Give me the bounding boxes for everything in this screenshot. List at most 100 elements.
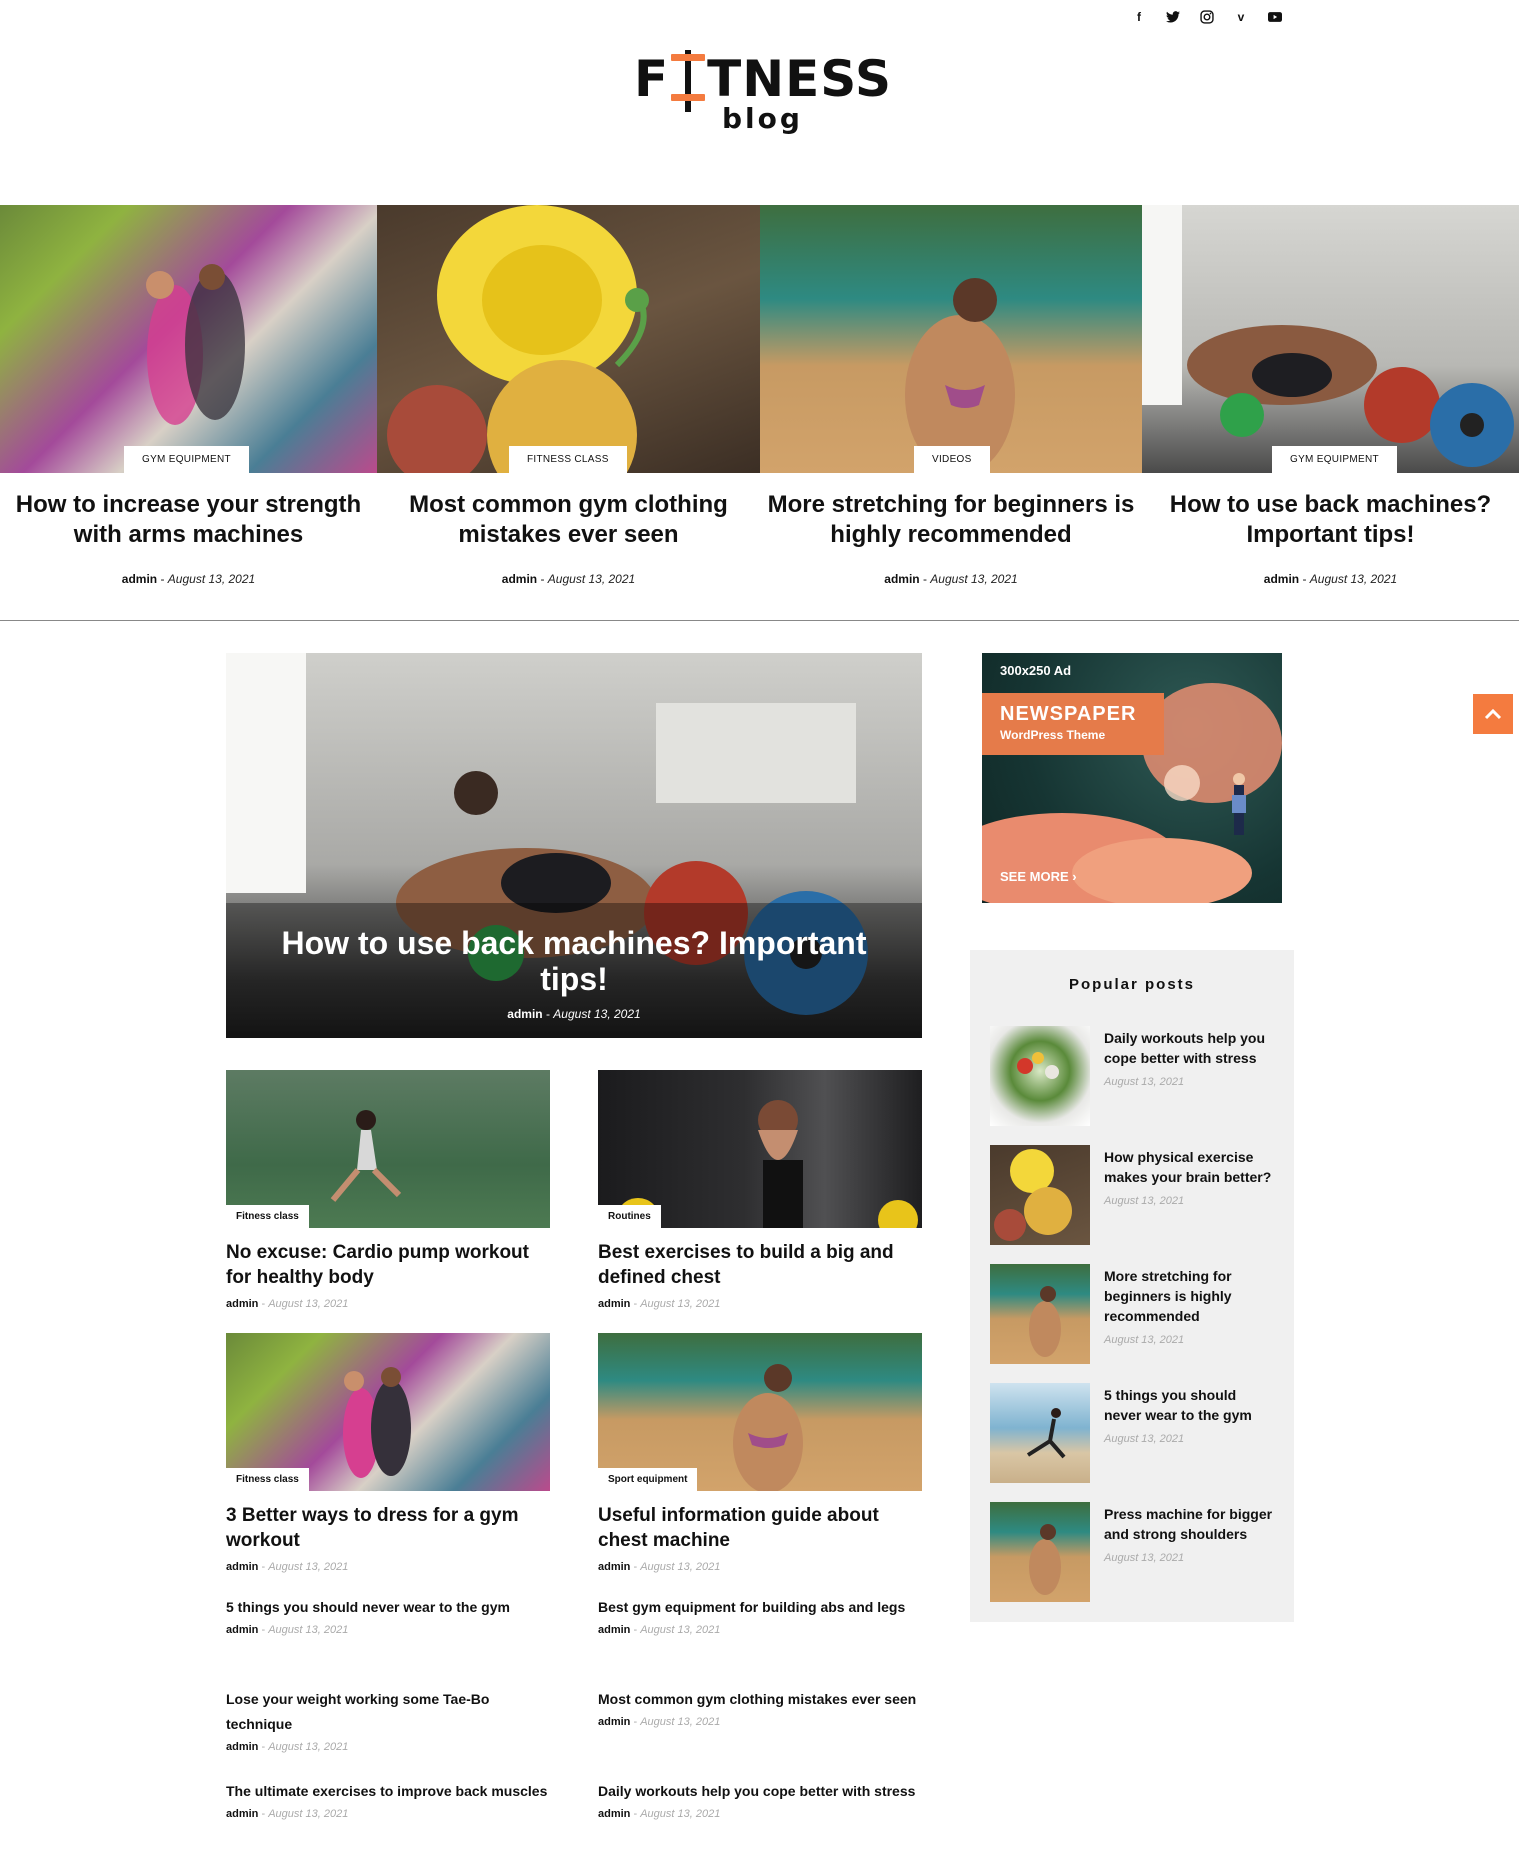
post-author[interactable]: admin <box>226 1808 258 1820</box>
post-title[interactable]: Lose your weight working some Tae-Bo tec… <box>226 1687 550 1737</box>
post-card: Sport equipment Useful information guide… <box>598 1333 922 1573</box>
popular-title[interactable]: Press machine for bigger and strong shou… <box>1104 1504 1274 1568</box>
post-title[interactable]: 5 things you should never wear to the gy… <box>226 1595 550 1620</box>
post-meta: admin - August 13, 2021 <box>226 1808 349 1820</box>
popular-title[interactable]: More stretching for beginners is highly … <box>1104 1266 1274 1350</box>
popular-item: Press machine for bigger and strong shou… <box>990 1502 1280 1602</box>
post-author[interactable]: admin <box>598 1808 630 1820</box>
featured-category-2[interactable]: FITNESS CLASS <box>509 446 627 473</box>
featured-title-4[interactable]: How to use back machines? Important tips… <box>1142 490 1519 550</box>
popular-thumbnail[interactable] <box>990 1502 1090 1602</box>
post-category[interactable]: Routines <box>598 1205 661 1228</box>
post-meta: admin - August 13, 2021 <box>598 1561 721 1573</box>
popular-thumbnail[interactable] <box>990 1026 1090 1126</box>
post-author[interactable]: admin <box>226 1624 258 1636</box>
featured-category-3[interactable]: VIDEOS <box>914 446 990 473</box>
list-item: Lose your weight working some Tae-Bo tec… <box>226 1687 550 1753</box>
hero-post[interactable]: How to use back machines? Important tips… <box>226 653 922 1038</box>
post-category[interactable]: Sport equipment <box>598 1468 698 1491</box>
featured-strip: GYM EQUIPMENT FITNESS CLASS VIDEOS GYM E… <box>0 205 1519 473</box>
post-title[interactable]: The ultimate exercises to improve back m… <box>226 1779 550 1804</box>
post-date: August 13, 2021 <box>268 1561 349 1573</box>
popular-title[interactable]: 5 things you should never wear to the gy… <box>1104 1385 1274 1449</box>
post-meta: admin - August 13, 2021 <box>226 1298 349 1310</box>
post-meta: admin - August 13, 2021 <box>226 1624 349 1636</box>
popular-item: More stretching for beginners is highly … <box>990 1264 1280 1364</box>
featured-image-2[interactable]: FITNESS CLASS <box>377 205 760 473</box>
instagram-icon[interactable] <box>1198 8 1216 26</box>
section-divider <box>0 620 1519 621</box>
back-to-top-button[interactable] <box>1473 694 1513 734</box>
logo-wordmark: TNESS <box>707 50 893 108</box>
post-date: August 13, 2021 <box>268 1298 349 1310</box>
post-author[interactable]: admin <box>226 1741 258 1753</box>
twitter-icon[interactable] <box>1164 8 1182 26</box>
post-title[interactable]: 3 Better ways to dress for a gym workout <box>226 1503 550 1553</box>
post-category[interactable]: Fitness class <box>226 1468 309 1491</box>
post-meta: admin - August 13, 2021 <box>226 1741 349 1753</box>
post-author[interactable]: admin <box>507 1007 542 1021</box>
popular-thumbnail[interactable] <box>990 1383 1090 1483</box>
post-title[interactable]: Useful information guide about chest mac… <box>598 1503 922 1553</box>
featured-image-3[interactable]: VIDEOS <box>760 205 1142 473</box>
featured-image-1[interactable]: GYM EQUIPMENT <box>0 205 377 473</box>
post-date: August 13, 2021 <box>547 572 636 586</box>
featured-title-1[interactable]: How to increase your strength with arms … <box>0 490 377 550</box>
post-thumbnail[interactable]: Fitness class <box>226 1333 550 1491</box>
post-title[interactable]: No excuse: Cardio pump workout for healt… <box>226 1240 550 1290</box>
ad-subtitle: WordPress Theme <box>1000 728 1106 742</box>
sidebar-ad[interactable]: 300x250 Ad NEWSPAPER WordPress Theme SEE… <box>982 653 1282 903</box>
post-date: August 13, 2021 <box>640 1561 721 1573</box>
post-author[interactable]: admin <box>884 572 919 586</box>
featured-meta-1: admin - August 13, 2021 <box>121 572 256 586</box>
post-author[interactable]: admin <box>598 1298 630 1310</box>
hero-meta: admin - August 13, 2021 <box>507 1007 641 1021</box>
post-meta: admin - August 13, 2021 <box>598 1624 721 1636</box>
hero-title[interactable]: How to use back machines? Important tips… <box>226 925 922 997</box>
featured-meta-4: admin - August 13, 2021 <box>1263 572 1398 586</box>
ad-cta[interactable]: SEE MORE › <box>1000 869 1077 884</box>
post-author[interactable]: admin <box>502 572 537 586</box>
featured-title-2[interactable]: Most common gym clothing mistakes ever s… <box>377 490 760 550</box>
post-title[interactable]: Best gym equipment for building abs and … <box>598 1595 922 1620</box>
post-thumbnail[interactable]: Fitness class <box>226 1070 550 1228</box>
popular-title[interactable]: Daily workouts help you cope better with… <box>1104 1028 1274 1092</box>
featured-title-3[interactable]: More stretching for beginners is highly … <box>760 490 1142 550</box>
popular-title[interactable]: How physical exercise makes your brain b… <box>1104 1147 1274 1211</box>
featured-category-4[interactable]: GYM EQUIPMENT <box>1272 446 1397 473</box>
post-author[interactable]: admin <box>226 1298 258 1310</box>
post-author[interactable]: admin <box>226 1561 258 1573</box>
ad-banner: NEWSPAPER WordPress Theme <box>982 693 1164 755</box>
post-date: August 13, 2021 <box>640 1298 721 1310</box>
popular-item: 5 things you should never wear to the gy… <box>990 1383 1280 1483</box>
popular-item: How physical exercise makes your brain b… <box>990 1145 1280 1245</box>
facebook-icon[interactable]: f <box>1130 8 1148 26</box>
list-item: The ultimate exercises to improve back m… <box>226 1779 550 1820</box>
post-thumbnail[interactable]: Sport equipment <box>598 1333 922 1491</box>
featured-post-2: Most common gym clothing mistakes ever s… <box>377 490 760 586</box>
post-title[interactable]: Daily workouts help you cope better with… <box>598 1779 922 1804</box>
list-item: Daily workouts help you cope better with… <box>598 1779 922 1820</box>
post-title[interactable]: Best exercises to build a big and define… <box>598 1240 922 1290</box>
popular-thumbnail[interactable] <box>990 1145 1090 1245</box>
post-author[interactable]: admin <box>598 1561 630 1573</box>
post-date: August 13, 2021 <box>640 1808 721 1820</box>
list-item: Most common gym clothing mistakes ever s… <box>598 1687 922 1728</box>
post-author[interactable]: admin <box>1264 572 1299 586</box>
featured-category-1[interactable]: GYM EQUIPMENT <box>124 446 249 473</box>
post-category[interactable]: Fitness class <box>226 1205 309 1228</box>
post-title[interactable]: Most common gym clothing mistakes ever s… <box>598 1687 922 1712</box>
youtube-icon[interactable] <box>1266 8 1284 26</box>
post-author[interactable]: admin <box>598 1716 630 1728</box>
vimeo-icon[interactable]: v <box>1232 8 1250 26</box>
post-author[interactable]: admin <box>122 572 157 586</box>
post-date: August 13, 2021 <box>1104 1076 1185 1088</box>
logo-letter-f: F <box>634 50 670 108</box>
post-author[interactable]: admin <box>598 1624 630 1636</box>
featured-image-4[interactable]: GYM EQUIPMENT <box>1142 205 1519 473</box>
post-thumbnail[interactable]: Routines <box>598 1070 922 1228</box>
popular-thumbnail[interactable] <box>990 1264 1090 1364</box>
post-date: August 13, 2021 <box>640 1624 721 1636</box>
chevron-up-icon <box>1484 708 1502 720</box>
site-logo[interactable]: F TNESS blog <box>634 50 894 142</box>
